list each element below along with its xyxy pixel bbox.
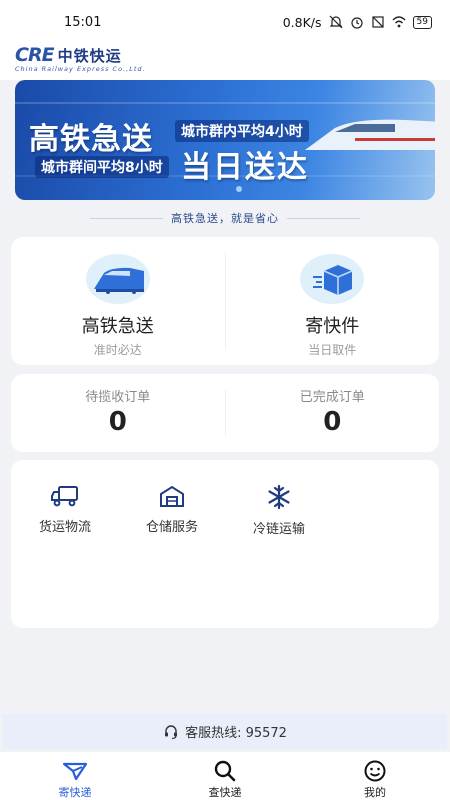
promo-banner[interactable]: 高铁急送 城市群内平均4小时 城市群间平均8小时 当日送达 bbox=[15, 80, 435, 200]
truck-icon bbox=[51, 486, 78, 507]
mute-icon bbox=[329, 15, 342, 29]
tab-profile[interactable]: 我的 bbox=[300, 752, 450, 800]
stat-label: 待揽收订单 bbox=[85, 390, 151, 405]
stat-value: 0 bbox=[108, 407, 127, 437]
logo: CRE 中铁快运 China Railway Express Co.,Ltd. bbox=[15, 44, 146, 73]
train-image bbox=[305, 119, 435, 150]
tab-label: 查快递 bbox=[208, 786, 242, 799]
bottom-tab-bar: 寄快递 查快递 我的 bbox=[0, 752, 450, 800]
battery-icon: 59 bbox=[412, 15, 432, 29]
status-icons: 0.8K/s 59 bbox=[283, 15, 432, 30]
slogan-row: 高铁急送，就是省心 bbox=[90, 208, 360, 228]
grid-item-warehouse[interactable]: 仓储服务 bbox=[122, 484, 222, 535]
status-time: 15:01 bbox=[64, 14, 102, 30]
completed-orders[interactable]: 已完成订单 0 bbox=[226, 374, 440, 452]
logo-mark: CRE bbox=[15, 44, 55, 66]
service-title: 寄快件 bbox=[305, 316, 360, 337]
tab-track[interactable]: 查快递 bbox=[150, 752, 300, 800]
headset-icon bbox=[165, 724, 178, 739]
grid-label: 冷链运输 bbox=[252, 522, 305, 537]
snowflake-icon bbox=[268, 484, 290, 510]
stat-value: 0 bbox=[323, 407, 342, 437]
service-express-rail[interactable]: 高铁急送 准时必达 bbox=[11, 237, 225, 365]
net-speed: 0.8K/s bbox=[282, 14, 322, 30]
banner-title-2: 当日送达 bbox=[181, 150, 309, 185]
service-send-package[interactable]: 寄快件 当日取件 bbox=[226, 237, 440, 365]
customer-hotline[interactable]: 客服热线: 95572 bbox=[3, 714, 447, 749]
tab-label: 我的 bbox=[364, 786, 386, 799]
service-title: 高铁急送 bbox=[81, 316, 154, 337]
profile-icon bbox=[364, 760, 386, 782]
top-header: CRE 中铁快运 China Railway Express Co.,Ltd. bbox=[0, 44, 450, 80]
stat-label: 已完成订单 bbox=[299, 390, 365, 405]
no-sim-icon bbox=[371, 16, 384, 28]
grid-item-freight[interactable]: 货运物流 bbox=[15, 484, 115, 535]
alarm-icon bbox=[350, 17, 363, 29]
grid-label: 货运物流 bbox=[38, 520, 91, 535]
service-card: 高铁急送 准时必达 寄快件 当日取件 bbox=[11, 237, 439, 365]
pending-orders[interactable]: 待揽收订单 0 bbox=[11, 374, 225, 452]
status-bar: 15:01 0.8K/s 59 bbox=[0, 0, 450, 44]
grid-label: 仓储服务 bbox=[145, 520, 198, 535]
service-subtitle: 准时必达 bbox=[93, 343, 142, 357]
warehouse-icon bbox=[160, 485, 184, 507]
tab-send[interactable]: 寄快递 bbox=[0, 752, 150, 800]
slogan: 高铁急送，就是省心 bbox=[171, 212, 279, 225]
more-services-card: 货运物流 仓储服务 冷链运输 bbox=[11, 460, 439, 628]
search-icon bbox=[214, 760, 236, 782]
wifi-icon bbox=[392, 16, 406, 28]
banner-subtitle-1: 城市群内平均4小时 bbox=[175, 120, 309, 142]
carousel-indicator[interactable] bbox=[236, 186, 242, 192]
service-subtitle: 当日取件 bbox=[308, 343, 357, 357]
send-icon bbox=[62, 762, 88, 781]
orders-card: 待揽收订单 0 已完成订单 0 bbox=[11, 374, 439, 452]
banner-title-1: 高铁急送 bbox=[29, 122, 153, 157]
logo-cn: 中铁快运 bbox=[57, 46, 122, 65]
hotline-label: 客服热线: 95572 bbox=[185, 726, 287, 741]
tab-label: 寄快递 bbox=[58, 786, 92, 799]
package-icon bbox=[313, 265, 353, 295]
banner-subtitle-2: 城市群间平均8小时 bbox=[35, 156, 169, 178]
train-icon bbox=[93, 267, 144, 294]
grid-item-cold-chain[interactable]: 冷链运输 bbox=[229, 484, 329, 537]
logo-en: China Railway Express Co.,Ltd. bbox=[15, 65, 146, 73]
